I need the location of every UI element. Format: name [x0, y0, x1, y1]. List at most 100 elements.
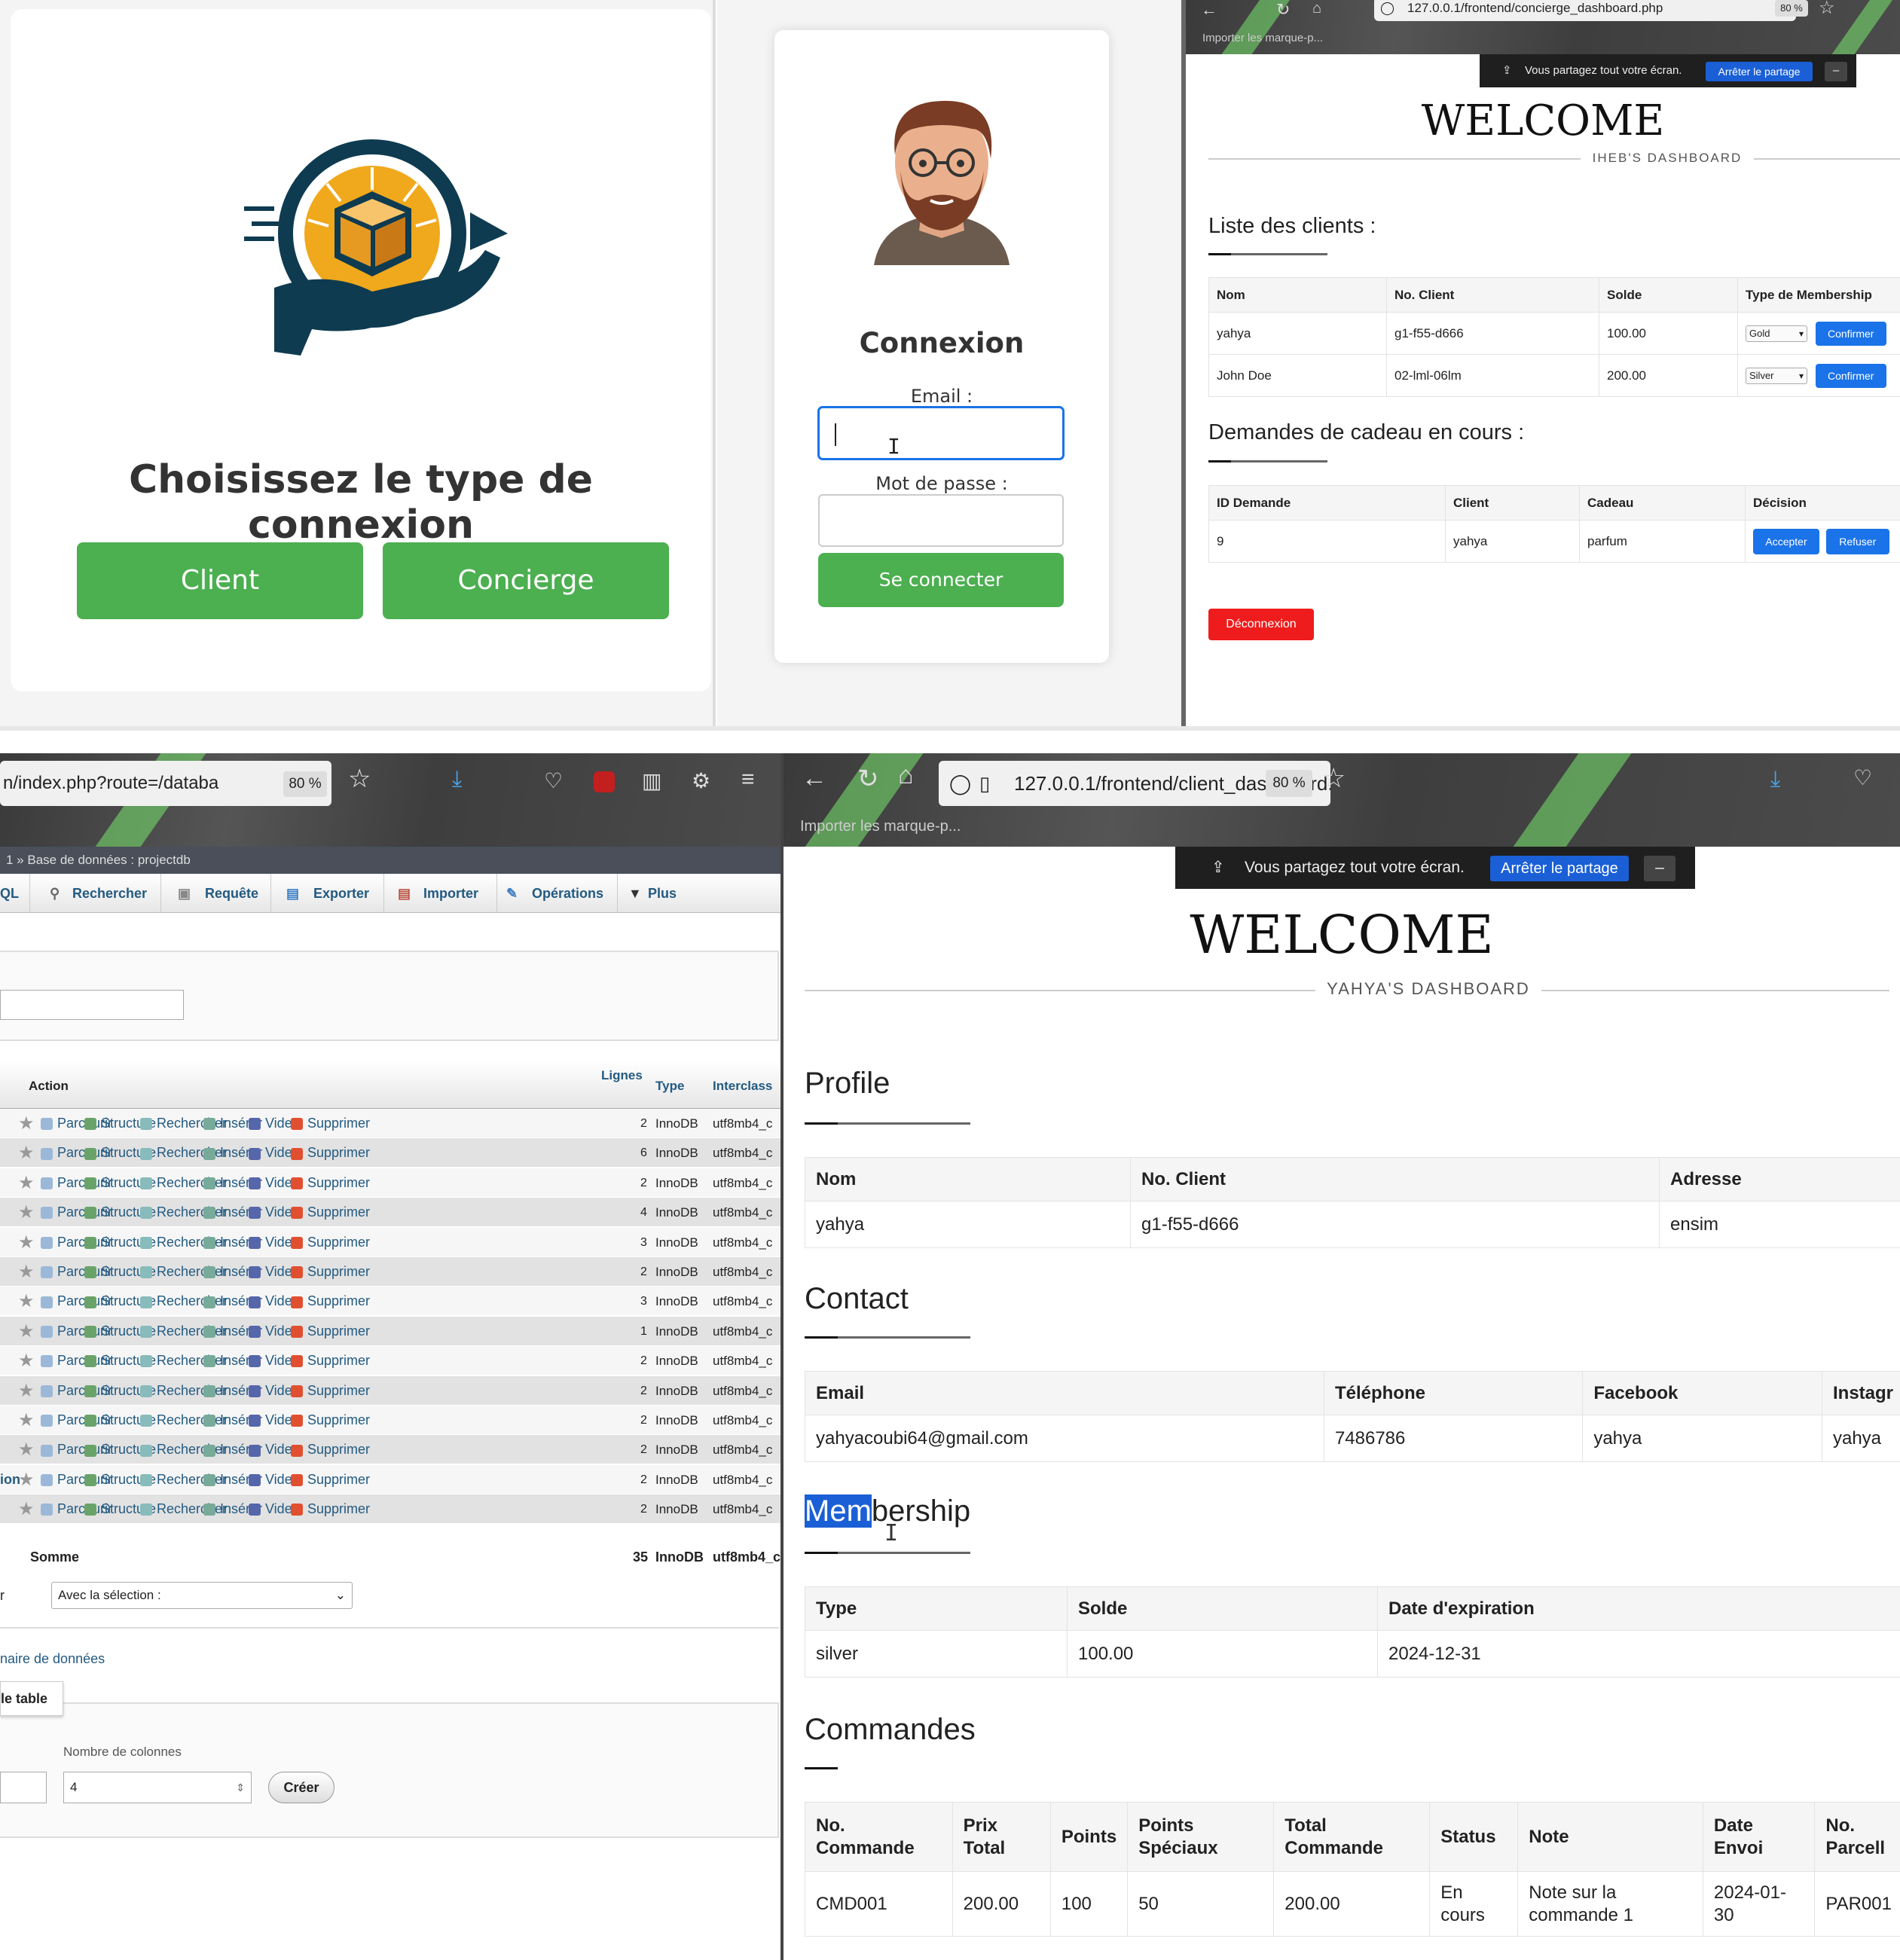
empty-link[interactable]: Vider	[249, 1494, 297, 1524]
minimize-share-button[interactable]: –	[1825, 62, 1847, 81]
empty-link[interactable]: Vider	[249, 1109, 297, 1138]
login-submit-button[interactable]: Se connecter	[818, 553, 1064, 607]
drop-link[interactable]: Supprimer	[291, 1228, 370, 1257]
reload-icon[interactable]: ↻	[1276, 0, 1290, 20]
favorite-star-icon[interactable]: ★	[18, 1494, 35, 1524]
empty-link[interactable]: Vider	[249, 1435, 297, 1464]
tab-export[interactable]: Exporter ▤	[271, 874, 384, 913]
home-icon[interactable]: ⌂	[898, 761, 914, 790]
confirm-button[interactable]: Confirmer	[1815, 321, 1886, 346]
logout-button[interactable]: Déconnexion	[1208, 609, 1314, 640]
download-icon[interactable]: ⤓	[1770, 767, 1780, 792]
column-count-input[interactable]: 4 ⇕	[63, 1772, 252, 1803]
favorite-star-icon[interactable]: ★	[18, 1138, 35, 1168]
table-name-fragment[interactable]: ion	[0, 1465, 20, 1494]
concierge-button[interactable]: Concierge	[383, 542, 669, 619]
pocket-icon[interactable]: ♡	[1853, 765, 1872, 790]
address-bar[interactable]: ◯ 127.0.0.1/frontend/concierge_dashboard…	[1374, 0, 1796, 21]
stop-sharing-button[interactable]: Arrêter le partage	[1706, 62, 1813, 81]
zoom-level[interactable]: 80 %	[283, 771, 327, 797]
bookmark-import[interactable]: Importer les marque-p...	[1202, 32, 1323, 44]
empty-link[interactable]: Vider	[249, 1406, 297, 1435]
empty-link[interactable]: Vider	[249, 1198, 297, 1227]
stop-sharing-button[interactable]: Arrêter le partage	[1490, 856, 1629, 881]
filter-input[interactable]	[0, 990, 184, 1020]
col-collation[interactable]: Interclass	[713, 1079, 772, 1094]
sidebar-icon[interactable]: ▥	[642, 768, 661, 793]
tab-search[interactable]: Rechercher ⚲	[41, 874, 161, 913]
favorite-star-icon[interactable]: ★	[18, 1109, 35, 1138]
confirm-button[interactable]: Confirmer	[1815, 363, 1886, 388]
accept-button[interactable]: Accepter	[1753, 528, 1819, 554]
drop-link[interactable]: Supprimer	[291, 1376, 370, 1406]
new-table-tab[interactable]: le table	[0, 1681, 63, 1716]
breadcrumb[interactable]: 1 » Base de données : projectdb	[0, 847, 784, 874]
menu-icon[interactable]: ≡	[741, 767, 755, 792]
zoom-level[interactable]: 80 %	[1775, 0, 1808, 17]
empty-link[interactable]: Vider	[249, 1465, 297, 1494]
data-dictionary-link[interactable]: naire de données	[0, 1651, 105, 1667]
with-selection-select[interactable]: Avec la sélection : ⌄	[51, 1582, 353, 1609]
tab-operations[interactable]: Opérations ✎	[497, 874, 618, 913]
favorite-star-icon[interactable]: ★	[18, 1228, 35, 1257]
bookmark-import[interactable]: Importer les marque-p...	[800, 818, 961, 835]
download-icon[interactable]: ⤓	[452, 767, 462, 792]
drop-link[interactable]: Supprimer	[291, 1109, 370, 1138]
reload-icon[interactable]: ↻	[857, 764, 879, 794]
email-field[interactable]: I	[818, 407, 1064, 459]
drop-link[interactable]: Supprimer	[291, 1257, 370, 1287]
tab-import[interactable]: Importer ▤	[384, 874, 497, 913]
drop-link[interactable]: Supprimer	[291, 1346, 370, 1375]
table-name-input[interactable]	[0, 1772, 47, 1803]
empty-link[interactable]: Vider	[249, 1317, 297, 1346]
favorite-star-icon[interactable]: ★	[18, 1317, 35, 1346]
back-icon[interactable]: ←	[802, 764, 827, 793]
drop-link[interactable]: Supprimer	[291, 1287, 370, 1316]
drop-link[interactable]: Supprimer	[291, 1406, 370, 1435]
favorite-star-icon[interactable]: ★	[18, 1376, 35, 1406]
extensions-icon[interactable]: ⚙	[692, 768, 710, 793]
drop-link[interactable]: Supprimer	[291, 1465, 370, 1494]
back-icon[interactable]: ←	[1201, 0, 1217, 20]
drop-link[interactable]: Supprimer	[291, 1435, 370, 1464]
favorite-star-icon[interactable]: ★	[18, 1257, 35, 1287]
empty-link[interactable]: Vider	[249, 1138, 297, 1168]
col-rows[interactable]: Lignes	[601, 1068, 643, 1083]
membership-select[interactable]: Silver	[1746, 367, 1807, 384]
favorite-star-icon[interactable]: ★	[18, 1346, 35, 1375]
client-button[interactable]: Client	[77, 542, 363, 619]
drop-link[interactable]: Supprimer	[291, 1168, 370, 1198]
tab-query[interactable]: Requête ▣	[161, 874, 271, 913]
empty-link[interactable]: Vider	[249, 1257, 297, 1287]
password-field[interactable]	[818, 494, 1064, 547]
favorite-star-icon[interactable]: ★	[18, 1198, 35, 1227]
star-icon[interactable]: ☆	[348, 764, 371, 794]
drop-link[interactable]: Supprimer	[291, 1317, 370, 1346]
tab-more[interactable]: Plus ▼	[618, 874, 701, 913]
favorite-star-icon[interactable]: ★	[18, 1435, 35, 1464]
empty-link[interactable]: Vider	[249, 1346, 297, 1375]
zoom-level[interactable]: 80 %	[1266, 770, 1312, 797]
empty-link[interactable]: Vider	[249, 1228, 297, 1257]
favorite-star-icon[interactable]: ★	[18, 1465, 35, 1494]
star-icon[interactable]: ☆	[1321, 762, 1346, 794]
minimize-share-button[interactable]: –	[1644, 856, 1675, 881]
pocket-icon[interactable]: ♡	[544, 768, 563, 793]
empty-link[interactable]: Vider	[249, 1168, 297, 1198]
empty-link[interactable]: Vider	[249, 1376, 297, 1406]
favorite-star-icon[interactable]: ★	[18, 1168, 35, 1198]
col-type[interactable]: Type	[655, 1079, 684, 1094]
address-bar[interactable]: n/index.php?route=/databa	[0, 761, 331, 806]
create-button[interactable]: Créer	[268, 1772, 334, 1803]
drop-link[interactable]: Supprimer	[291, 1198, 370, 1227]
membership-select[interactable]: Gold	[1746, 325, 1807, 342]
tab-sql[interactable]: QL	[0, 874, 30, 913]
refuse-button[interactable]: Refuser	[1825, 528, 1889, 554]
favorite-star-icon[interactable]: ★	[18, 1406, 35, 1435]
star-icon[interactable]: ☆	[1819, 0, 1835, 19]
drop-link[interactable]: Supprimer	[291, 1494, 370, 1524]
drop-link[interactable]: Supprimer	[291, 1138, 370, 1168]
ublock-icon[interactable]	[594, 771, 615, 792]
empty-link[interactable]: Vider	[249, 1287, 297, 1316]
home-icon[interactable]: ⌂	[1312, 0, 1321, 17]
